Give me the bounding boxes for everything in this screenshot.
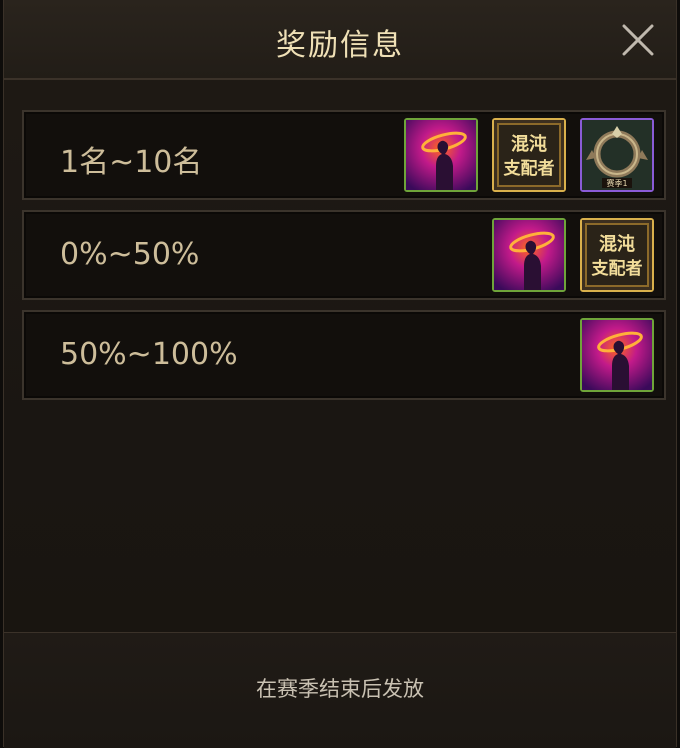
reward-row-50-100: 50%~100%: [22, 310, 666, 400]
nebula-avatar-frame-icon[interactable]: [492, 218, 566, 292]
rank-emblem-icon[interactable]: 赛季1: [580, 118, 654, 192]
reward-row-rank-1-10: 1名~10名 混沌 支配者 赛季1: [22, 110, 666, 200]
title-badge-line1: 混沌: [511, 133, 547, 155]
nebula-avatar-frame-icon[interactable]: [404, 118, 478, 192]
reward-row-0-50: 0%~50% 混沌 支配者: [22, 210, 666, 300]
reward-tier-label: 50%~100%: [60, 337, 238, 372]
distribution-note: 在赛季结束后发放: [256, 677, 424, 701]
reward-tier-label: 1名~10名: [60, 145, 203, 180]
close-icon[interactable]: [620, 22, 656, 58]
chaos-dominator-title-icon[interactable]: 混沌 支配者: [580, 218, 654, 292]
dialog-header: 奖励信息: [4, 0, 676, 80]
dialog-footer: 在赛季结束后发放: [4, 632, 676, 748]
dialog-title: 奖励信息: [276, 28, 404, 63]
title-badge-line1: 混沌: [599, 233, 635, 255]
reward-info-dialog: 奖励信息 1名~10名 混沌 支配者 赛季1 0%~50% 混沌 支配者 50%…: [3, 0, 677, 748]
chaos-dominator-title-icon[interactable]: 混沌 支配者: [492, 118, 566, 192]
nebula-avatar-frame-icon[interactable]: [580, 318, 654, 392]
title-badge-line2: 支配者: [504, 158, 555, 179]
title-badge-line2: 支配者: [592, 258, 643, 279]
reward-tier-label: 0%~50%: [60, 237, 200, 272]
emblem-tag: 赛季1: [606, 178, 627, 188]
